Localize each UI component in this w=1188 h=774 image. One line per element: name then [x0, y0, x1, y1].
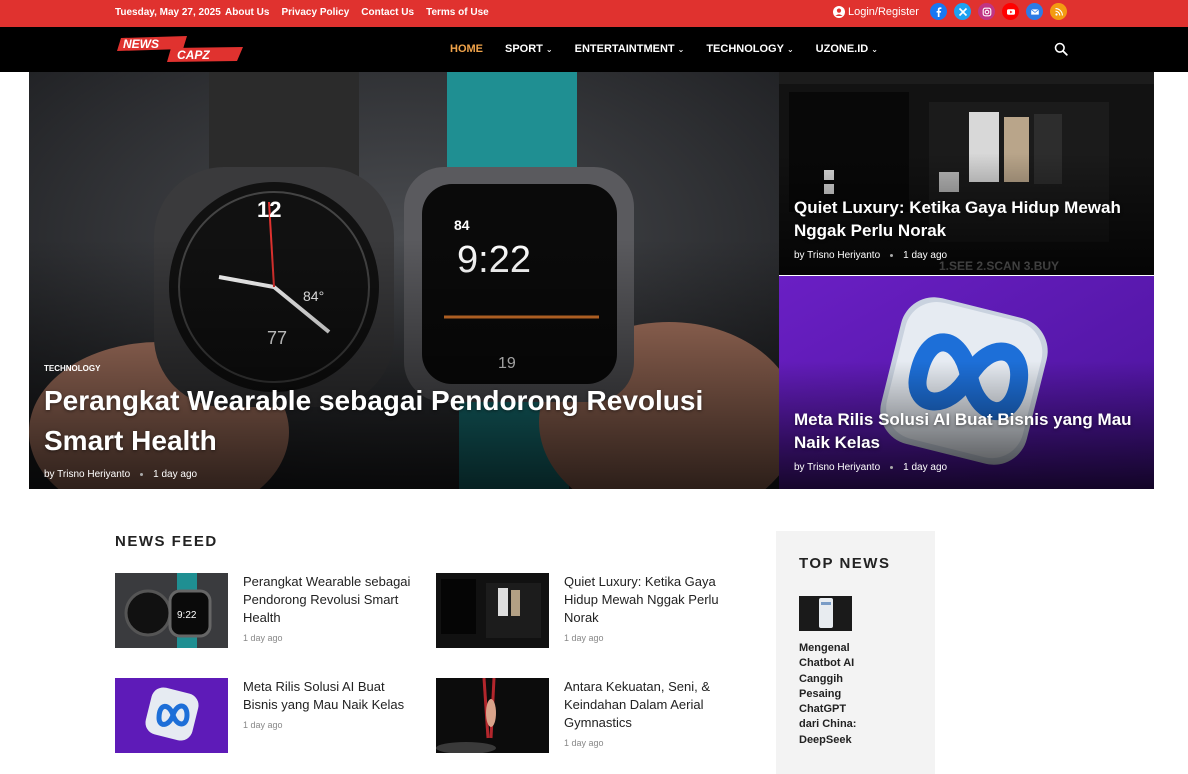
privacy-policy-link[interactable]: Privacy Policy: [281, 7, 349, 18]
top-bar: Tuesday, May 27, 2025 About Us Privacy P…: [0, 0, 1188, 27]
news-feed-item-title[interactable]: Antara Kekuatan, Seni, & Keindahan Dalam…: [564, 678, 739, 732]
hero-side-article-2[interactable]: Meta Rilis Solusi AI Buat Bisnis yang Ma…: [779, 276, 1154, 489]
hero-main-article[interactable]: 12 77 84° 9:22 84 19 TECHNOLOGY Perangka…: [29, 72, 779, 489]
svg-text:12: 12: [257, 197, 281, 222]
instagram-icon[interactable]: [978, 3, 995, 20]
svg-text:84: 84: [454, 217, 470, 233]
news-feed-item[interactable]: Meta Rilis Solusi AI Buat Bisnis yang Ma…: [115, 678, 415, 758]
news-feed-thumbnail[interactable]: 9:22: [115, 573, 228, 648]
top-news-item-title[interactable]: Mengenal Chatbot AI Canggih Pesaing Chat…: [799, 641, 859, 748]
news-feed-item-time: 1 day ago: [243, 633, 283, 643]
hero-side-1-time: 1 day ago: [903, 250, 948, 261]
chevron-down-icon: ⌄: [677, 44, 685, 54]
hero-main-text: TECHNOLOGY Perangkat Wearable sebagai Pe…: [44, 364, 764, 480]
svg-text:CAPZ: CAPZ: [177, 48, 210, 62]
news-feed-thumbnail[interactable]: [436, 573, 549, 648]
twitter-icon[interactable]: [954, 3, 971, 20]
news-feed-item-title[interactable]: Quiet Luxury: Ketika Gaya Hidup Mewah Ng…: [564, 573, 739, 627]
current-date: Tuesday, May 27, 2025: [115, 7, 221, 18]
meta-separator: [890, 466, 894, 469]
login-register-button[interactable]: Login/Register: [833, 6, 919, 18]
news-feed-item-title[interactable]: Meta Rilis Solusi AI Buat Bisnis yang Ma…: [243, 678, 418, 714]
menu-item-sport[interactable]: SPORT ⌄: [505, 43, 553, 55]
meta-separator: [140, 473, 144, 476]
news-feed-thumbnail[interactable]: [436, 678, 549, 753]
hero-side-article-1[interactable]: 1.SEE 2.SCAN 3.BUY Quiet Luxury: Ketika …: [779, 72, 1154, 275]
news-feed-item-time: 1 day ago: [243, 720, 283, 730]
news-feed-item[interactable]: Quiet Luxury: Ketika Gaya Hidup Mewah Ng…: [436, 573, 736, 653]
hero-side-1-text: Quiet Luxury: Ketika Gaya Hidup Mewah Ng…: [794, 196, 1139, 261]
svg-text:NEWS: NEWS: [123, 37, 159, 51]
news-feed-item-time: 1 day ago: [564, 738, 604, 748]
site-logo[interactable]: NEWS CAPZ: [115, 35, 245, 63]
user-icon: [833, 6, 845, 18]
login-register-label: Login/Register: [848, 6, 919, 18]
menu-item-entertainment[interactable]: ENTERTAINTMENT ⌄: [575, 43, 685, 55]
social-links: [930, 3, 1067, 20]
chevron-down-icon: ⌄: [871, 44, 878, 54]
news-feed-item[interactable]: 9:22 Perangkat Wearable sebagai Pendoron…: [115, 573, 415, 653]
about-us-link[interactable]: About Us: [225, 7, 269, 18]
contact-us-link[interactable]: Contact Us: [361, 7, 414, 18]
news-feed-item-time: 1 day ago: [564, 633, 604, 643]
terms-of-use-link[interactable]: Terms of Use: [426, 7, 489, 18]
hero-side-1-title[interactable]: Quiet Luxury: Ketika Gaya Hidup Mewah Ng…: [794, 196, 1139, 242]
hero-main-title[interactable]: Perangkat Wearable sebagai Pendorong Rev…: [44, 381, 764, 461]
news-feed-item-title[interactable]: Perangkat Wearable sebagai Pendorong Rev…: [243, 573, 418, 627]
hero-main-author[interactable]: by Trisno Heriyanto: [44, 469, 130, 480]
meta-separator: [890, 254, 894, 257]
hero-main-meta: by Trisno Heriyanto 1 day ago: [44, 469, 764, 480]
youtube-icon[interactable]: [1002, 3, 1019, 20]
hero-side-2-author[interactable]: by Trisno Heriyanto: [794, 462, 880, 473]
hero-side-2-time: 1 day ago: [903, 462, 948, 473]
chevron-down-icon: ⌄: [545, 44, 553, 54]
chevron-down-icon: ⌄: [786, 44, 794, 54]
menu-item-home[interactable]: HOME: [450, 43, 483, 55]
news-feed-item[interactable]: Antara Kekuatan, Seni, & Keindahan Dalam…: [436, 678, 736, 758]
top-news-widget: TOP NEWS Mengenal Chatbot AI Canggih Pes…: [776, 531, 935, 774]
svg-text:9:22: 9:22: [177, 610, 197, 621]
hero-side-1-author[interactable]: by Trisno Heriyanto: [794, 250, 880, 261]
menu-item-technology[interactable]: TECHNOLOGY ⌄: [706, 43, 793, 55]
top-links: About Us Privacy Policy Contact Us Terms…: [225, 7, 489, 18]
main-menu: HOME SPORT ⌄ ENTERTAINTMENT ⌄ TECHNOLOGY ⌄ …: [450, 43, 900, 55]
main-navigation: NEWS CAPZ HOME SPORT ⌄ ENTERTAINTMENT ⌄ TE…: [0, 27, 1188, 72]
hero-side-2-text: Meta Rilis Solusi AI Buat Bisnis yang Ma…: [794, 408, 1139, 473]
hero-side-2-title[interactable]: Meta Rilis Solusi AI Buat Bisnis yang Ma…: [794, 408, 1139, 454]
search-icon[interactable]: [1054, 42, 1068, 56]
hero-side-1-meta: by Trisno Heriyanto 1 day ago: [794, 250, 1139, 261]
top-news-heading: TOP NEWS: [799, 555, 891, 572]
hero-main-time: 1 day ago: [153, 469, 198, 480]
menu-item-uzone[interactable]: UZONE.ID ⌄: [816, 43, 878, 55]
rss-icon[interactable]: [1050, 3, 1067, 20]
email-icon[interactable]: [1026, 3, 1043, 20]
hero-side-2-meta: by Trisno Heriyanto 1 day ago: [794, 462, 1139, 473]
hero-main-category[interactable]: TECHNOLOGY: [44, 364, 764, 373]
news-feed-heading: NEWS FEED: [115, 533, 218, 550]
news-feed-thumbnail[interactable]: [115, 678, 228, 753]
top-news-thumbnail[interactable]: [799, 596, 852, 631]
facebook-icon[interactable]: [930, 3, 947, 20]
